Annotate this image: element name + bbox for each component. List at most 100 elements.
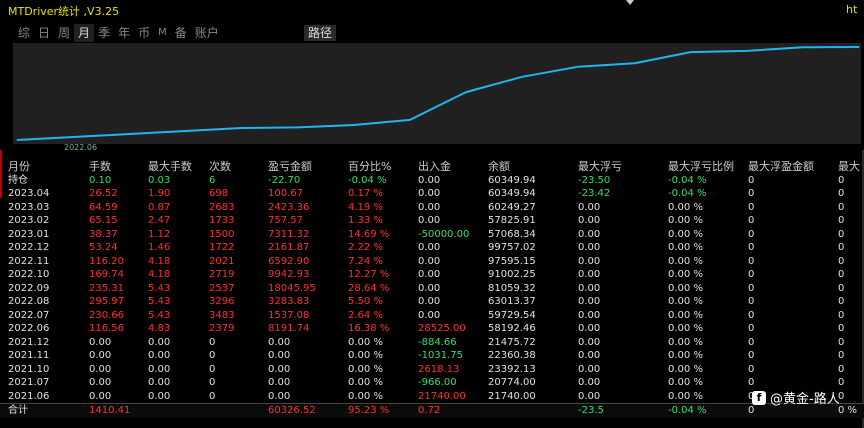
equity-chart-svg [16, 46, 860, 141]
table-cell: 698 [209, 188, 229, 199]
table-cell: 169.74 [89, 269, 124, 280]
table-cell: 0.10 [89, 174, 112, 186]
table-cell: 20774.00 [488, 377, 536, 388]
table-cell: 0.00 % [668, 242, 703, 253]
table-cell: 0.00 % [668, 350, 703, 361]
watermark-text: @黄金-路人 [770, 392, 840, 407]
dropdown-marker-icon[interactable] [626, 0, 634, 5]
table-cell: 0 [838, 269, 845, 280]
table-cell: 0.00 % [668, 228, 703, 240]
table-cell: 5.50 % [348, 296, 383, 307]
table-cell: -23.42 [578, 188, 611, 199]
table-cell: 0 [209, 377, 216, 388]
equity-point-2023.02 [746, 50, 748, 52]
table-cell: 0 [838, 255, 845, 267]
table-cell: 60249.27 [488, 201, 536, 213]
table-cell: 0.00 % [668, 323, 703, 334]
equity-point-2023.04 [858, 46, 860, 48]
equity-point-2021.10 [128, 133, 130, 135]
table-cell: 1.46 [148, 242, 171, 253]
table-cell: 18045.95 [268, 282, 316, 294]
table-cell: 0.00 % [668, 215, 703, 226]
tab-7[interactable]: M [154, 24, 171, 42]
table-cell: 0 [748, 228, 755, 240]
tab-2[interactable]: 周 [54, 24, 74, 42]
table-cell: 5.43 [148, 282, 171, 294]
platform-logo-icon: f [752, 390, 766, 405]
table-cell: 1410.41 [89, 405, 131, 416]
table-cell: 2.64 % [348, 309, 383, 321]
table-row: 2022.06 116.56 4.83 2379 8191.74 16.38 % 28525… [0, 322, 864, 336]
table-cell: 0 [838, 350, 845, 361]
table-cell: 1733 [209, 215, 235, 226]
table-cell: 0.00 [418, 309, 441, 321]
table-cell: -50000.00 [418, 228, 470, 240]
table-cell: 0.00 % [348, 350, 383, 361]
tab-5[interactable]: 年 [114, 24, 134, 42]
tab-0[interactable]: 综 [14, 24, 34, 42]
table-cell: 0.17 % [348, 188, 383, 199]
tab-3[interactable]: 月 [74, 24, 95, 42]
period-tabs: 综日周月季年币 M 备账户 [14, 24, 223, 42]
table-cell: 0.00 [148, 336, 171, 348]
table-cell: 0 [748, 201, 755, 213]
table-cell: 2022.06 [8, 323, 50, 334]
table-cell: 0 [209, 390, 216, 402]
table-cell: 0.00 % [668, 282, 703, 294]
table-cell: 295.97 [89, 296, 124, 307]
table-row: 2021.10 0.00 0.00 0 0.00 0.00 % 2618.13 23392.1… [0, 363, 864, 377]
table-cell: 2023.01 [8, 228, 50, 240]
tab-1[interactable]: 日 [34, 24, 54, 42]
table-cell: 0.00 [578, 390, 601, 402]
table-cell: -966.00 [418, 377, 457, 388]
table-cell: 0.00 % [668, 390, 703, 402]
watermark: f @黄金-路人 [752, 388, 840, 407]
table-cell: 0 [748, 363, 755, 375]
table-cell: 0.87 [148, 201, 171, 213]
table-cell: 63013.37 [488, 296, 536, 307]
table-cell: 81059.32 [488, 282, 536, 294]
table-cell: 2023.02 [8, 215, 50, 226]
table-cell: -22.70 [268, 174, 301, 186]
table-cell: 14.69 % [348, 228, 390, 240]
table-cell: 2021.10 [8, 363, 50, 375]
table-cell: 0 [838, 242, 845, 253]
equity-point-2023.03 [802, 46, 804, 48]
table-cell: 0.00 % [668, 201, 703, 213]
tab-6[interactable]: 币 [134, 24, 154, 42]
tab-4[interactable]: 季 [94, 24, 114, 42]
path-button[interactable]: 路径 [304, 25, 337, 41]
table-cell: 0.00 [578, 309, 601, 321]
table-cell: 6 [209, 174, 216, 186]
table-cell: 0.00 % [348, 336, 383, 348]
table-cell: 26.52 [89, 188, 118, 199]
equity-point-2021.11 [184, 130, 186, 132]
tab-9[interactable]: 账户 [191, 24, 223, 42]
column-header: 百分比% [348, 160, 392, 173]
table-cell: -23.50 [578, 174, 611, 186]
table-cell: 2022.09 [8, 282, 50, 294]
table-cell: 2023.04 [8, 188, 50, 199]
table-cell: -0.04 % [668, 188, 707, 199]
table-cell: 116.56 [89, 323, 124, 334]
table-cell: 0 [838, 215, 845, 226]
tab-8[interactable]: 备 [171, 24, 191, 42]
table-cell: 0.00 [418, 282, 441, 294]
table-cell: 0 [209, 363, 216, 375]
table-cell: 95.23 % [348, 405, 390, 416]
table-cell: 0.00 [418, 188, 441, 199]
table-cell: 0.00 [89, 390, 112, 402]
equity-point-2021.06 [16, 139, 18, 141]
table-cell: 0.72 [418, 405, 441, 416]
column-header: 最大浮盈金额 [748, 160, 814, 173]
table-cell: 2022.12 [8, 242, 50, 253]
table-cell: 0 [748, 215, 755, 226]
table-cell: 4.18 [148, 255, 171, 267]
table-cell: 0.00 [578, 377, 601, 388]
table-cell: 2023.03 [8, 201, 50, 213]
table-cell: 0.00 [89, 377, 112, 388]
table-cell: 0 [748, 309, 755, 321]
table-cell: 0.00 % [668, 363, 703, 375]
table-cell: 60349.94 [488, 174, 536, 186]
table-row: 2023.01 38.37 1.12 1500 7311.32 14.69 % -50000… [0, 228, 864, 242]
